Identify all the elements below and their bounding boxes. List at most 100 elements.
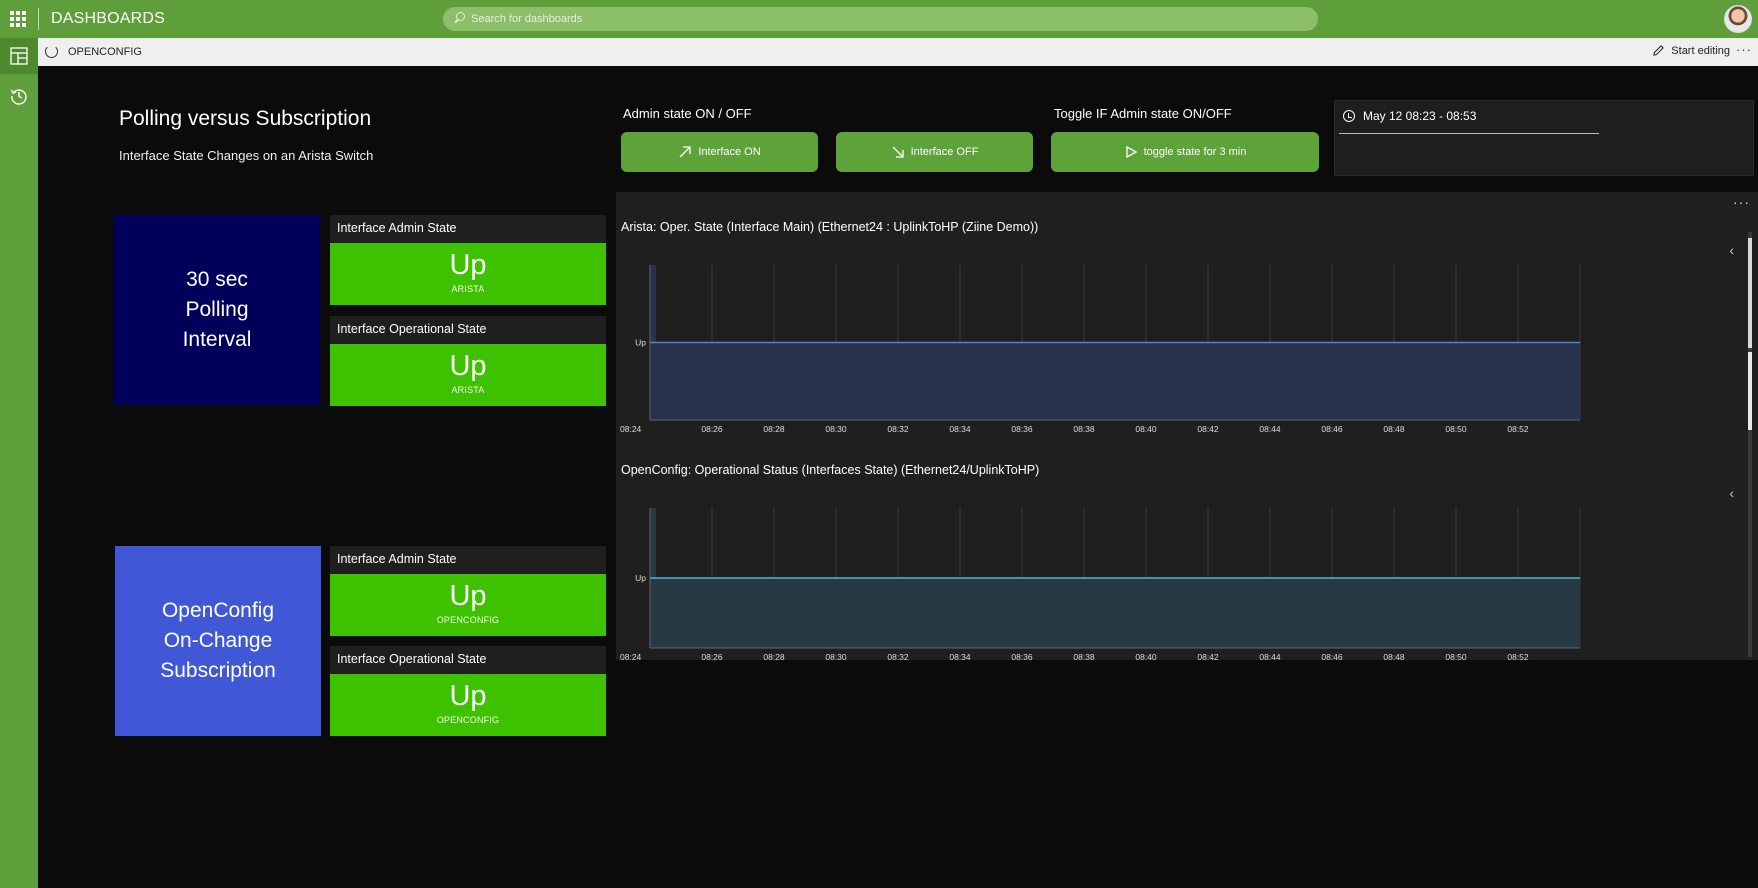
stat-value: Up bbox=[449, 350, 487, 382]
stat-title: Interface Operational State bbox=[337, 322, 487, 336]
pencil-icon bbox=[1653, 45, 1665, 56]
sub-header: OPENCONFIG Start editing ··· bbox=[38, 38, 1758, 66]
stat-body: Up ARISTA bbox=[330, 243, 606, 305]
x-tick-label: 08:42 bbox=[1197, 424, 1219, 434]
openconfig-oper-status-chart: 08:24 08:26 08:28 08:30 08:32 08:34 08:36 08:38… bbox=[620, 508, 1581, 662]
x-tick-label: 08:32 bbox=[887, 652, 909, 662]
tile-text: OpenConfig On-Change Subscription bbox=[160, 599, 276, 682]
toggle-state-button[interactable]: toggle state for 3 min bbox=[1051, 132, 1319, 172]
start-editing-button[interactable]: Start editing bbox=[1652, 44, 1730, 57]
panel-scrollbar-thumb[interactable] bbox=[1748, 352, 1752, 430]
arrow-up-right-icon bbox=[679, 146, 691, 158]
chart-title: Arista: Oper. State (Interface Main) (Et… bbox=[621, 220, 1039, 234]
breadcrumb: OPENCONFIG bbox=[68, 46, 142, 58]
stat-source: ARISTA bbox=[451, 284, 485, 294]
play-icon bbox=[1125, 145, 1137, 159]
stat-card[interactable]: Interface Operational State Up ARISTA bbox=[330, 316, 606, 406]
x-tick-label: 08:36 bbox=[1011, 424, 1033, 434]
tile-text: 30 sec Polling Interval bbox=[182, 268, 252, 351]
stat-body: Up OPENCONFIG bbox=[330, 674, 606, 736]
series-area bbox=[650, 578, 1580, 648]
stat-value: Up bbox=[449, 249, 487, 281]
y-tick-label: Up bbox=[635, 573, 646, 583]
arista-oper-state-chart: 08:24 08:26 08:28 08:30 08:32 08:34 08:36 08:38… bbox=[620, 265, 1581, 434]
stat-body: Up OPENCONFIG bbox=[330, 574, 606, 636]
interface-on-button[interactable]: Interface ON bbox=[621, 132, 818, 172]
x-tick-label: 08:32 bbox=[887, 424, 909, 434]
clock-icon bbox=[1343, 110, 1355, 122]
chart-title: OpenConfig: Operational Status (Interfac… bbox=[621, 463, 1040, 477]
x-tick-label: 08:40 bbox=[1135, 652, 1157, 662]
search-icon bbox=[453, 12, 467, 26]
x-tick-label: 08:48 bbox=[1383, 424, 1405, 434]
x-tick-label: 08:44 bbox=[1259, 652, 1281, 662]
dashboard-canvas: Polling versus Subscription Interface St… bbox=[38, 66, 1758, 888]
x-tick-label: 08:46 bbox=[1321, 652, 1343, 662]
x-tick-label: 08:48 bbox=[1383, 652, 1405, 662]
x-tick-label: 08:50 bbox=[1445, 424, 1467, 434]
x-tick-label: 08:44 bbox=[1259, 424, 1281, 434]
more-options-icon[interactable]: ··· bbox=[1736, 42, 1752, 57]
x-tick-label: 08:24 bbox=[620, 652, 642, 662]
time-range-picker[interactable]: May 12 08:23 - 08:53 bbox=[1334, 100, 1754, 176]
x-tick-label: 08:26 bbox=[701, 424, 723, 434]
dashboards-nav-icon[interactable] bbox=[0, 38, 38, 74]
app-title[interactable]: DASHBOARDS bbox=[51, 10, 165, 28]
series-area bbox=[650, 342, 1580, 420]
search-box[interactable] bbox=[443, 7, 1318, 31]
avatar[interactable] bbox=[1724, 5, 1752, 33]
x-tick-label: 08:52 bbox=[1507, 424, 1529, 434]
refresh-icon[interactable] bbox=[45, 45, 58, 58]
chevron-left-icon[interactable]: ‹ bbox=[1729, 485, 1734, 501]
x-tick-label: 08:28 bbox=[763, 652, 785, 662]
x-tick-label: 08:38 bbox=[1073, 652, 1095, 662]
interface-on-label: Interface ON bbox=[698, 146, 761, 158]
admin-state-label: Admin state ON / OFF bbox=[623, 106, 752, 121]
interface-off-label: Interface OFF bbox=[910, 146, 979, 158]
x-tick-label: 08:24 bbox=[620, 424, 642, 434]
stat-title: Interface Admin State bbox=[337, 221, 457, 235]
stat-source: OPENCONFIG bbox=[436, 715, 500, 725]
polling-interval-tile: 30 sec Polling Interval bbox=[114, 215, 320, 405]
search-input[interactable] bbox=[471, 13, 1271, 25]
x-tick-label: 08:40 bbox=[1135, 424, 1157, 434]
stat-card[interactable]: Interface Operational State Up OPENCONFI… bbox=[330, 646, 606, 736]
toggle-state-label: Toggle IF Admin state ON/OFF bbox=[1054, 106, 1232, 121]
stat-title: Interface Operational State bbox=[337, 652, 487, 666]
top-bar: DASHBOARDS bbox=[0, 0, 1758, 38]
x-tick-label: 08:28 bbox=[763, 424, 785, 434]
toggle-state-label: toggle state for 3 min bbox=[1143, 146, 1247, 158]
stat-source: ARISTA bbox=[451, 385, 485, 395]
x-tick-label: 08:52 bbox=[1507, 652, 1529, 662]
app-launcher-icon[interactable] bbox=[10, 11, 26, 27]
start-editing-label: Start editing bbox=[1671, 44, 1730, 57]
x-tick-label: 08:36 bbox=[1011, 652, 1033, 662]
y-tick-label: Up bbox=[635, 338, 646, 348]
topbar-divider bbox=[38, 8, 39, 30]
chevron-left-icon[interactable]: ‹ bbox=[1729, 242, 1734, 258]
x-tick-label: 08:30 bbox=[825, 424, 847, 434]
x-tick-label: 08:38 bbox=[1073, 424, 1095, 434]
time-range-underline bbox=[1339, 133, 1599, 134]
time-range-label: May 12 08:23 - 08:53 bbox=[1363, 109, 1477, 123]
stat-card[interactable]: Interface Admin State Up ARISTA bbox=[330, 215, 606, 305]
page-title: Polling versus Subscription bbox=[119, 107, 372, 130]
panel-scrollbar-thumb[interactable] bbox=[1748, 238, 1752, 348]
arrow-down-right-icon bbox=[892, 146, 904, 158]
stat-title: Interface Admin State bbox=[337, 552, 457, 566]
stat-value: Up bbox=[449, 680, 487, 712]
left-rail bbox=[0, 38, 38, 888]
x-tick-label: 08:34 bbox=[949, 652, 971, 662]
openconfig-subscription-tile: OpenConfig On-Change Subscription bbox=[115, 546, 321, 736]
panel-more-icon[interactable]: ··· bbox=[1733, 194, 1750, 210]
chart-panel: ··· Arista: Oper. State (Interface Main)… bbox=[616, 192, 1758, 662]
x-tick-label: 08:30 bbox=[825, 652, 847, 662]
interface-off-button[interactable]: Interface OFF bbox=[836, 132, 1033, 172]
stat-card[interactable]: Interface Admin State Up OPENCONFIG bbox=[330, 546, 606, 636]
history-icon[interactable] bbox=[0, 78, 38, 114]
x-tick-label: 08:26 bbox=[701, 652, 723, 662]
x-tick-label: 08:42 bbox=[1197, 652, 1219, 662]
x-tick-label: 08:34 bbox=[949, 424, 971, 434]
stat-value: Up bbox=[449, 580, 487, 612]
stat-source: OPENCONFIG bbox=[436, 615, 500, 625]
